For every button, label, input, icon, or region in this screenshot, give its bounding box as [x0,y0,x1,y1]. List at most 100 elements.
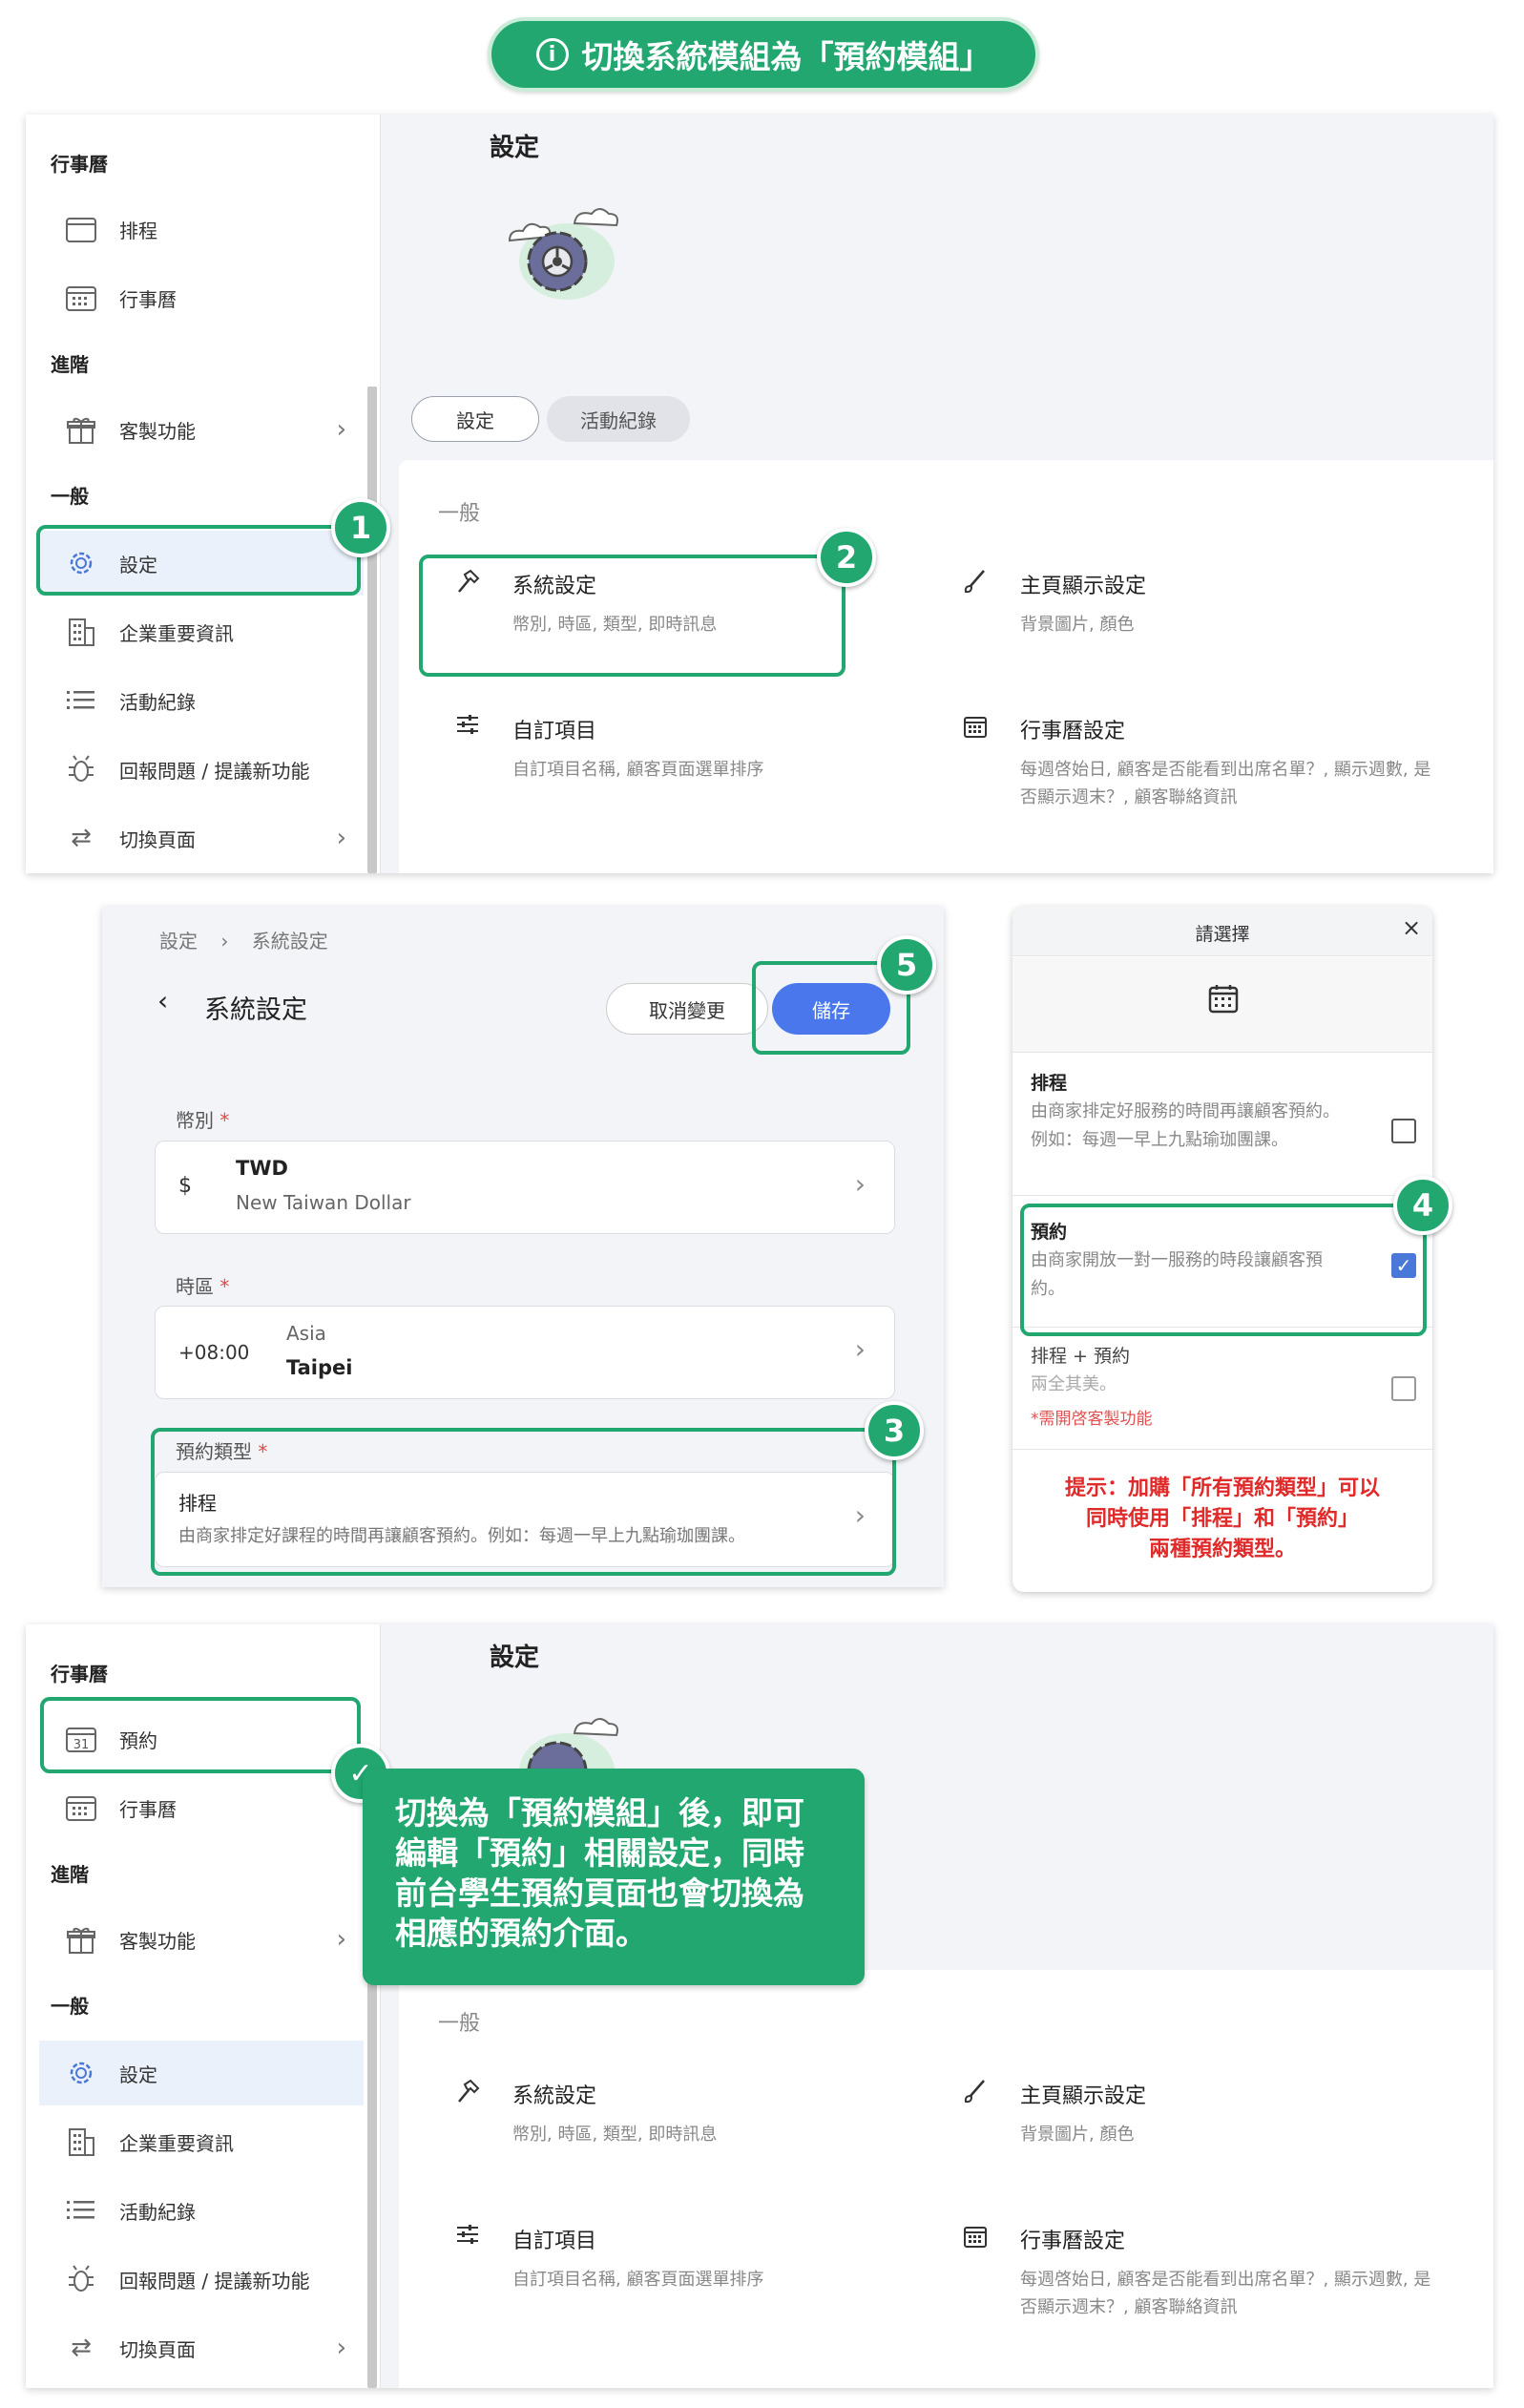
tab-activity-log[interactable]: 活動紀錄 [547,396,690,442]
sidebar-scrollbar[interactable] [367,387,377,873]
option-desc: 由商家排定好服務的時間再讓顧客預約。例如：每週一早上九點瑜珈團課。 [1031,1101,1340,1150]
sidebar-item-settings[interactable]: 設定 [39,2041,364,2105]
option-title: 排程 [1031,1073,1068,1094]
option-subtitle: 背景圖片, 顏色 [1020,2125,1135,2145]
upgrade-tip: 提示：加購「所有預約類型」可以 同時使用「排程」和「預約」 兩種預約類型。 [1013,1474,1432,1565]
option-title: 系統設定 [512,2084,597,2108]
sidebar-item-label: 切換頁面 [119,827,196,851]
option-custom-items[interactable]: 自訂項目自訂項目名稱, 顧客頁面選單排序 [455,714,904,784]
option-subtitle: 每週啓始日, 顧客是否能看到出席名單？, 顯示週數, 是否顯示週末？, 顧客聯絡… [1020,2270,1431,2317]
calendar-grid-icon [62,283,100,312]
timezone-field[interactable]: +08:00 Asia Taipei › [155,1306,895,1399]
sliders-icon [455,714,493,784]
option-title: 主頁顯示設定 [1020,2084,1147,2108]
sidebar-item-switch-page[interactable]: ⇄ 切換頁面 › [39,2315,364,2380]
sidebar-item-company-info[interactable]: 企業重要資訊 [39,599,364,664]
option-homepage-display[interactable]: 主頁顯示設定 背景圖片, 顏色 [963,569,1459,639]
timezone-city: Taipei [286,1356,353,1379]
hammer-icon [455,2079,493,2148]
currency-name: New Taiwan Dollar [236,1191,411,1214]
option-subtitle: 自訂項目名稱, 顧客頁面選單排序 [512,2270,764,2290]
calendar-grid-icon [62,1793,100,1822]
sidebar-item-switch-page[interactable]: ⇄ 切換頁面 › [39,806,364,870]
step-badge-5: 5 [877,935,936,995]
divider [1013,1195,1432,1196]
sidebar-item-label: 回報問題 / 提議新功能 [119,759,310,783]
option-subtitle: 幣別, 時區, 類型, 即時訊息 [512,2125,718,2145]
option-subtitle: 每週啓始日, 顧客是否能看到出席名單？, 顯示週數, 是否顯示週末？, 顧客聯絡… [1020,760,1431,807]
sidebar-item-report-bug[interactable]: 回報問題 / 提議新功能 [39,2247,364,2312]
sidebar-item-custom-features[interactable]: 客製功能 › [39,397,364,462]
swap-arrows-icon: ⇄ [71,824,92,852]
sidebar-item-label: 企業重要資訊 [119,2131,234,2155]
step-badge-1: 1 [331,498,390,557]
sidebar-section-advanced: 進階 [51,1863,89,1886]
list-icon [62,2199,100,2222]
option-note: *需開啓客製功能 [1031,1410,1153,1429]
calendar-grid-icon [963,2224,1001,2321]
section-title: 一般 [438,2012,481,2036]
sidebar-item-label: 活動紀錄 [119,690,196,714]
building-icon [62,617,100,647]
settings-illustration [500,202,624,316]
gift-icon [62,414,100,445]
option-custom-items[interactable]: 自訂項目 自訂項目名稱, 顧客頁面選單排序 [455,2224,904,2293]
sidebar-item-calendar[interactable]: 行事曆 [39,265,364,330]
step-badge-3: 3 [865,1401,924,1460]
bug-icon [62,754,100,785]
currency-code: TWD [236,1157,288,1180]
back-icon[interactable]: ‹ [157,985,168,1016]
banner-title: 切換系統模組為「預約模組」 [581,38,992,75]
sidebar-section-calendar: 行事曆 [51,1663,108,1686]
schedule-checkbox[interactable] [1391,1119,1416,1143]
calendar-grid-icon [1208,983,1239,1017]
sidebar-item-activity-log[interactable]: 活動紀錄 [39,668,364,733]
sliders-icon [455,2224,493,2293]
option-title: 行事曆設定 [1020,720,1126,743]
chevron-right-icon: › [336,2334,346,2362]
tip-line: 同時使用「排程」和「預約」 [1085,1507,1359,1531]
highlight-booking-type [151,1428,896,1576]
option-title: 主頁顯示設定 [1020,575,1147,598]
sidebar-item-label: 客製功能 [119,419,196,443]
sidebar-item-custom-features[interactable]: 客製功能 › [39,1907,364,1972]
breadcrumb: 設定 › 系統設定 [159,926,328,953]
tab-settings[interactable]: 設定 [411,396,539,442]
option-title: 排程 + 預約 [1031,1346,1130,1367]
page-title: 設定 [490,134,540,162]
breadcrumb-current: 系統設定 [251,930,328,953]
currency-field[interactable]: $ TWD New Taiwan Dollar › [155,1141,895,1234]
currency-symbol: $ [178,1174,192,1198]
sidebar: 行事曆 排程 行事曆 進階 客製功能 › 一般 設定 企業重要資訊 活動紀錄 回… [26,115,381,873]
highlight-booking [40,1697,361,1773]
breadcrumb-root[interactable]: 設定 [159,930,198,953]
sidebar-item-company-info[interactable]: 企業重要資訊 [39,2109,364,2174]
cancel-button[interactable]: 取消變更 [606,983,768,1035]
option-calendar-settings[interactable]: 行事曆設定每週啓始日, 顧客是否能看到出席名單？, 顯示週數, 是否顯示週末？,… [963,714,1459,811]
option-homepage-display[interactable]: 主頁顯示設定背景圖片, 顏色 [963,2079,1459,2148]
option-calendar-settings[interactable]: 行事曆設定 每週啓始日, 顧客是否能看到出席名單？, 顯示週數, 是否顯示週末？,… [963,2224,1459,2321]
combo-checkbox [1391,1376,1416,1401]
result-callout: 切換為「預約模組」後，即可編輯「預約」相關設定，同時前台學生預約頁面也會切換為相… [363,1769,865,1985]
bug-icon [62,2264,100,2294]
general-settings-card: 一般 系統設定幣別, 時區, 類型, 即時訊息 主頁顯示設定背景圖片, 顏色 自… [399,1970,1493,2388]
option-subtitle: 自訂項目名稱, 顧客頁面選單排序 [512,760,764,780]
highlight-system-settings [419,555,846,677]
page-title: 系統設定 [204,995,307,1025]
sidebar-item-label: 行事曆 [119,287,177,311]
calendar-grid-icon [963,714,1001,811]
tip-line: 提示：加購「所有預約類型」可以 [1064,1476,1380,1500]
sidebar-item-activity-log[interactable]: 活動紀錄 [39,2178,364,2243]
chevron-right-icon: › [854,1333,866,1365]
option-system-settings[interactable]: 系統設定幣別, 時區, 類型, 即時訊息 [455,2079,856,2148]
sidebar-item-schedule[interactable]: 排程 [39,197,364,262]
option-subtitle: 背景圖片, 顏色 [1020,615,1135,635]
info-icon: i [535,38,569,71]
highlight-booking-option [1020,1204,1427,1336]
sidebar-item-label: 客製功能 [119,1929,196,1953]
close-icon[interactable]: × [1402,914,1421,941]
swap-arrows-icon: ⇄ [71,2334,92,2362]
option-title: 自訂項目 [512,720,597,743]
sidebar-item-report-bug[interactable]: 回報問題 / 提議新功能 [39,737,364,802]
sidebar-item-calendar[interactable]: 行事曆 [39,1775,364,1840]
